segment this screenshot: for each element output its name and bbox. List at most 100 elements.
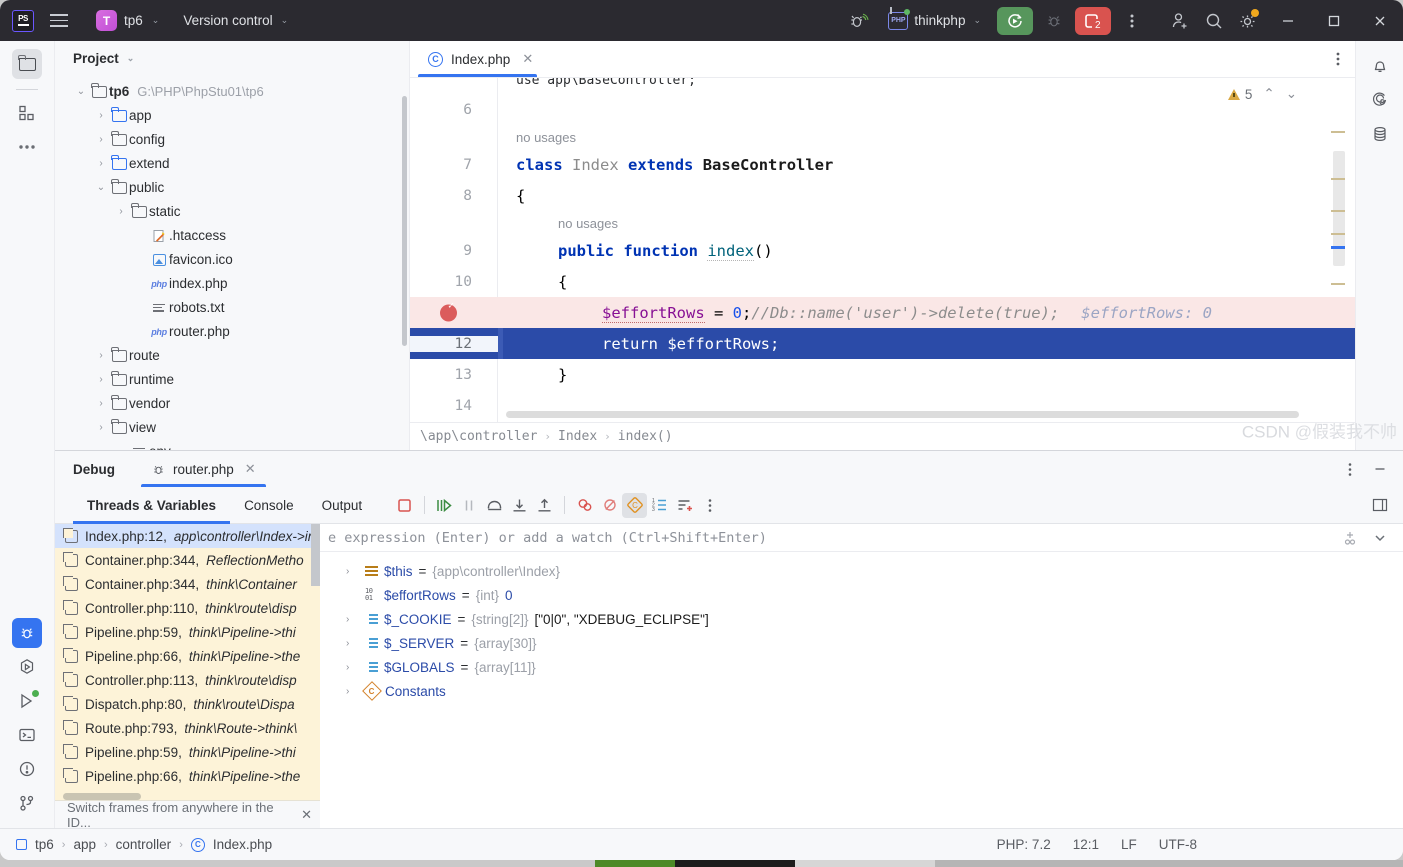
minimize-panel-icon[interactable] [1367, 456, 1393, 482]
breadcrumb-class[interactable]: Index [558, 429, 597, 444]
settings-toggle-button[interactable]: C [622, 492, 648, 518]
close-session-icon[interactable]: ✕ [245, 461, 256, 477]
minimize-button[interactable] [1265, 0, 1311, 41]
project-tree[interactable]: ⌄ tp6 G:\PHP\PhpStu01\tp6 › app › config › exten… [55, 76, 409, 450]
add-user-icon[interactable] [1163, 0, 1197, 41]
problems-tool-button[interactable] [12, 754, 42, 784]
breakpoint-icon[interactable] [440, 300, 457, 321]
tree-item-app[interactable]: › app [55, 104, 409, 128]
stack-frame-row[interactable]: Route.php:793, think\Route->think\ [55, 716, 320, 740]
chevron-right-icon[interactable]: › [113, 206, 129, 217]
chevron-right-icon[interactable]: › [93, 158, 109, 169]
tree-item-route[interactable]: › route [55, 344, 409, 368]
expand-chevron-icon[interactable]: › [346, 614, 359, 625]
status-crumb-app[interactable]: app [73, 837, 96, 852]
step-out-button[interactable] [532, 493, 557, 518]
debug-session-tab[interactable]: router.php ✕ [141, 451, 266, 487]
step-over-button[interactable] [482, 493, 507, 518]
tree-item-extend[interactable]: › extend [55, 152, 409, 176]
encoding-label[interactable]: UTF-8 [1159, 837, 1197, 852]
structure-tool-button[interactable] [12, 98, 42, 128]
project-selector[interactable]: T tp6 ⌄ [90, 7, 165, 34]
prev-problem-icon[interactable]: ⌃ [1263, 86, 1274, 102]
tree-item-config[interactable]: › config [55, 128, 409, 152]
resume-program-button[interactable] [432, 493, 457, 518]
inspection-warning-indicator[interactable]: 5 ⌃ ⌄ [1227, 86, 1297, 102]
debug-more-icon[interactable] [697, 493, 722, 518]
chevron-down-icon[interactable]: ⌄ [93, 182, 109, 193]
code-line-8[interactable]: 8 { [410, 180, 1355, 211]
mute-breakpoints-button[interactable] [597, 493, 622, 518]
tree-item-tp6[interactable]: ⌄ tp6 G:\PHP\PhpStu01\tp6 [55, 80, 409, 104]
chevron-right-icon[interactable]: › [93, 110, 109, 121]
stack-frame-row[interactable]: Pipeline.php:59, think\Pipeline->thi [55, 620, 320, 644]
line-separator-label[interactable]: LF [1121, 837, 1137, 852]
expand-chevron-icon[interactable]: › [346, 686, 359, 697]
stack-frame-row[interactable]: Pipeline.php:66, think\Pipeline->the [55, 764, 320, 788]
expand-chevron-icon[interactable]: › [346, 662, 359, 673]
chevron-right-icon[interactable]: › [93, 374, 109, 385]
chevron-right-icon[interactable]: › [93, 350, 109, 361]
stack-frame-row[interactable]: Pipeline.php:66, think\Pipeline->the [55, 644, 320, 668]
database-icon[interactable] [1365, 119, 1395, 149]
stop-debug-button[interactable]: 2 [1075, 6, 1111, 35]
notifications-bell-icon[interactable] [1365, 51, 1395, 81]
tree-scrollbar[interactable] [402, 95, 407, 346]
tree-item-static[interactable]: › static [55, 200, 409, 224]
stack-frame-row[interactable]: Dispatch.php:80, think\route\Dispa [55, 692, 320, 716]
run-tool-button[interactable] [12, 686, 42, 716]
editor-horizontal-scrollbar[interactable] [506, 411, 1299, 418]
variable-row[interactable]: › $this = {app\controller\Index} [320, 559, 1403, 583]
close-button[interactable] [1357, 0, 1403, 41]
editor-tab-index-php[interactable]: C Index.php ✕ [410, 41, 545, 77]
tree-item-runtime[interactable]: › runtime [55, 368, 409, 392]
tree-item-public[interactable]: ⌄ public [55, 176, 409, 200]
code-line-11-breakpoint[interactable]: $effortRows = 0;//Db::name('user')->dele… [410, 297, 1355, 328]
tree-item-htaccess[interactable]: .htaccess [55, 224, 409, 248]
frames-vertical-scrollbar[interactable] [311, 524, 320, 586]
watch-expression-bar[interactable]: e expression (Enter) or add a watch (Ctr… [320, 524, 1403, 552]
run-configuration-selector[interactable]: PHP thinkphp ⌄ [880, 6, 989, 33]
tab-output[interactable]: Output [308, 487, 377, 524]
version-control-tool-button[interactable] [12, 788, 42, 818]
editor-options-icon[interactable] [1321, 41, 1355, 77]
more-tools-button[interactable] [12, 132, 42, 162]
run-anything-button[interactable] [12, 652, 42, 682]
stack-frame-row[interactable]: Container.php:344, ReflectionMetho [55, 548, 320, 572]
ai-assistant-icon[interactable] [1365, 85, 1395, 115]
breadcrumb-namespace[interactable]: \app\controller [420, 429, 537, 444]
stack-frame-row[interactable]: Pipeline.php:59, think\Pipeline->thi [55, 740, 320, 764]
status-crumb-file[interactable]: Index.php [213, 837, 272, 852]
status-crumb-controller[interactable]: controller [116, 837, 172, 852]
variables-list[interactable]: › $this = {app\controller\Index} 10 01 $effort… [320, 552, 1403, 828]
more-options-icon[interactable] [1115, 0, 1149, 41]
add-watch-button[interactable] [672, 493, 697, 518]
project-panel-header[interactable]: Project ⌄ [55, 41, 409, 76]
tree-item-vendor[interactable]: › vendor [55, 392, 409, 416]
debug-options-icon[interactable] [1337, 456, 1363, 482]
expand-chevron-icon[interactable]: › [346, 566, 359, 577]
debug-listener-icon[interactable] [842, 0, 876, 41]
chevron-down-icon[interactable]: ⌄ [73, 86, 89, 97]
stack-frame-row[interactable]: Controller.php:110, think\route\disp [55, 596, 320, 620]
terminal-tool-button[interactable] [12, 720, 42, 750]
project-tool-button[interactable] [12, 49, 42, 79]
close-hint-icon[interactable]: ✕ [301, 807, 312, 823]
code-line-13[interactable]: 13 } [410, 359, 1355, 390]
status-crumb-project[interactable]: tp6 [35, 837, 54, 852]
collapse-all-icon[interactable] [1367, 525, 1393, 551]
code-lines[interactable]: use app\BaseController; 6 no usages 7 cl… [410, 78, 1355, 422]
chevron-right-icon[interactable]: › [93, 422, 109, 433]
caret-position-label[interactable]: 12:1 [1073, 837, 1099, 852]
version-control-menu[interactable]: Version control ⌄ [183, 13, 288, 28]
close-tab-icon[interactable]: ✕ [522, 51, 533, 67]
next-problem-icon[interactable]: ⌄ [1286, 86, 1297, 102]
chevron-right-icon[interactable]: › [93, 134, 109, 145]
pause-program-button[interactable] [457, 493, 482, 518]
tree-item-faviconico[interactable]: favicon.ico [55, 248, 409, 272]
settings-gear-icon[interactable] [1231, 0, 1265, 41]
add-watch-icon[interactable] [1337, 525, 1363, 551]
variable-row[interactable]: › $GLOBALS = {array[11]} [320, 655, 1403, 679]
step-into-button[interactable] [507, 493, 532, 518]
view-breakpoints-button[interactable] [572, 493, 597, 518]
